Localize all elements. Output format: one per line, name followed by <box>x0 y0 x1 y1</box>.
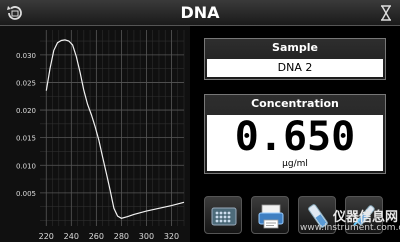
concentration-panel: Concentration 0.650 µg/ml <box>204 94 386 174</box>
y-tick-label: 0.005 <box>16 190 36 198</box>
concentration-header: Concentration <box>251 97 339 110</box>
x-tick-label: 240 <box>64 232 79 241</box>
y-tick-label: 0.030 <box>16 52 36 60</box>
concentration-value: 0.650 <box>234 114 356 160</box>
sample-name-field[interactable]: DNA 2 <box>207 59 383 77</box>
cuvette-tools-button[interactable] <box>345 196 383 234</box>
plate-reader-icon <box>211 207 237 226</box>
x-tick-label: 300 <box>139 232 154 241</box>
y-tick-label: 0.025 <box>16 79 36 87</box>
x-tick-label: 220 <box>39 232 54 241</box>
x-tick-label: 280 <box>114 232 129 241</box>
sample-header: Sample <box>272 41 318 54</box>
cuvette-icon <box>308 204 328 228</box>
print-button[interactable] <box>251 196 289 234</box>
page-title: DNA <box>180 3 220 22</box>
spectrum-chart: 220 240 260 280 300 320 0.030 0.025 0.020 0.015 0.… <box>0 26 190 242</box>
cuvette-button[interactable] <box>298 196 336 234</box>
x-tick-label: 320 <box>164 232 179 241</box>
y-tick-label: 0.010 <box>16 162 36 170</box>
y-tick-label: 0.015 <box>16 135 36 143</box>
y-tick-label: 0.020 <box>16 107 36 115</box>
spectrum-chart-svg: 220 240 260 280 300 320 0.030 0.025 0.020 0.015 0.… <box>16 30 185 241</box>
sample-panel: Sample DNA 2 <box>204 38 386 80</box>
hourglass-icon <box>381 5 391 21</box>
x-tick-label: 260 <box>89 232 104 241</box>
cuvette-tools-icon <box>353 205 375 226</box>
concentration-display: 0.650 µg/ml <box>207 115 383 171</box>
plate-reader-button[interactable] <box>204 196 242 234</box>
concentration-unit: µg/ml <box>282 159 308 169</box>
print-icon <box>258 204 284 229</box>
instrument-screen: DNA 220 240 260 280 300 320 0.030 0.025 0.020 0.0… <box>0 0 400 242</box>
title-bar: DNA <box>0 0 400 26</box>
